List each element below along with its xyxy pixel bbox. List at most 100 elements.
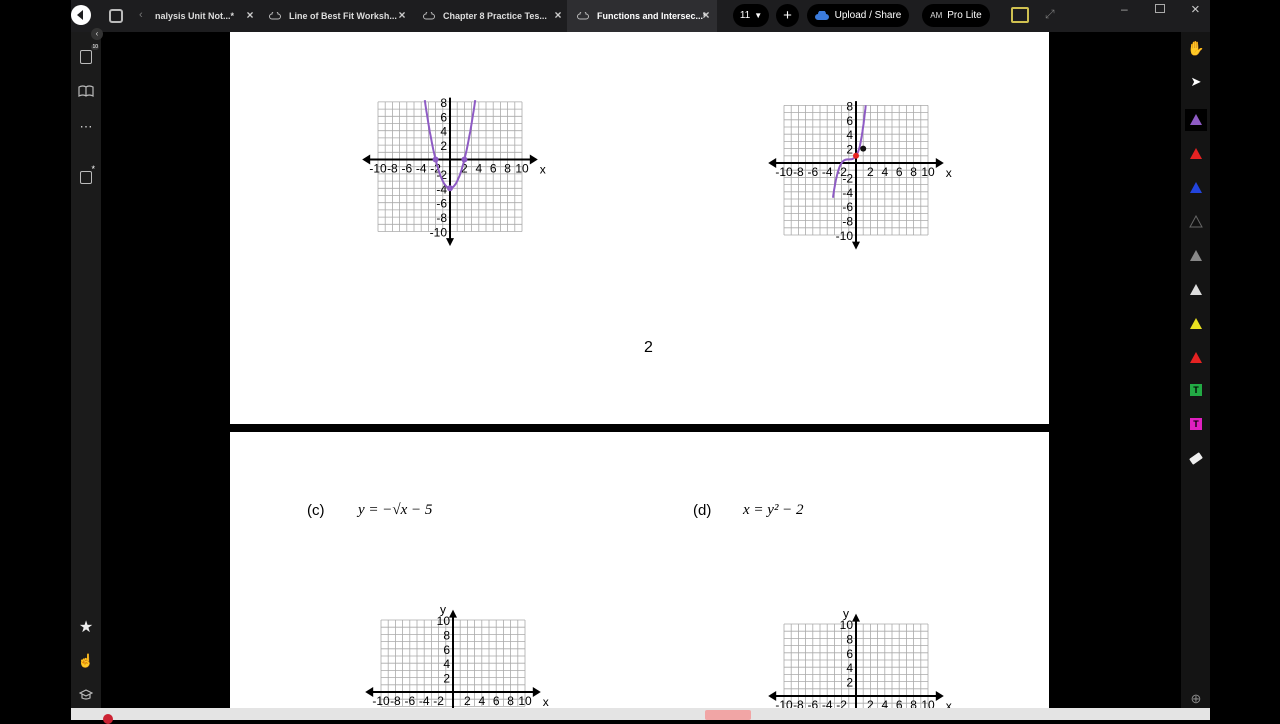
minimize-icon[interactable]: – [1121,2,1128,16]
star-icon[interactable]: ★ [71,616,101,638]
cloud-upload-icon [814,10,829,20]
x-tick-label: 6 [493,694,500,708]
page-count: 11 [739,10,751,21]
tab-functions-and-intersections[interactable]: Functions and Intersec...* × [567,0,717,32]
highlighter-red-icon[interactable] [1185,347,1207,369]
chevron-down-icon: ▼ [754,11,763,20]
y-tick-label: -4 [842,186,853,200]
hand-gesture-icon[interactable]: ☝ [71,650,101,672]
y-tick-label: 2 [846,676,853,690]
back-icon[interactable]: ‹ [91,28,103,40]
status-bar [71,708,1210,724]
x-tick-label: 6 [896,698,903,708]
x-axis-label: x [946,166,952,180]
tab-label: Chapter 8 Practice Tes... [443,11,547,21]
page-count-dropdown[interactable]: 11 ▼ [733,4,769,27]
x-axis-arrow [935,158,944,168]
graph-bottom-left[interactable]: -10 -8 -6 -4 -2 2 4 6 8 10108642xy [230,517,630,708]
x-tick-label: -6 [807,698,818,708]
y-axis-arrow [852,613,860,622]
pen-gray-icon[interactable] [1185,245,1207,267]
tab-line-of-best-fit[interactable]: Line of Best Fit Worksh... × [269,0,407,32]
x-tick-label: 8 [507,694,514,708]
x-tick-label: -6 [401,162,412,176]
cloud-icon [577,12,589,20]
upload-share-button[interactable]: Upload / Share [807,4,909,27]
y-tick-label: 8 [443,628,450,642]
point-marker [853,152,859,159]
scroll-indicator[interactable] [705,710,751,720]
x-axis-label: x [946,699,952,708]
x-tick-label: 4 [475,162,482,176]
graph-bottom-right[interactable]: -10 -8 -6 -4 -2 2 4 6 8 10108642xy [630,517,1049,708]
x-tick-label: -6 [807,165,818,179]
y-tick-label: 6 [440,110,447,124]
sync-icon[interactable] [109,9,123,23]
more-icon[interactable]: ⋯ [71,116,101,138]
x-tick-label: 10 [518,694,532,708]
tab-chapter-8[interactable]: Chapter 8 Practice Tes... × [423,0,563,32]
pages-badge: 10 [91,44,99,50]
x-tick-label: 2 [867,698,874,708]
x-tick-label: 10 [515,162,529,176]
add-tool-icon[interactable]: ⊕ [1185,688,1207,710]
y-tick-label: -8 [842,215,853,229]
x-tick-label: 2 [867,165,874,179]
eraser-icon[interactable] [1185,447,1207,469]
app-logo[interactable] [71,5,91,25]
pen-purple-icon[interactable] [1185,109,1207,131]
y-axis-label: y [843,607,849,621]
y-tick-label: -10 [836,229,854,243]
y-tick-label: 4 [846,661,853,675]
new-tab-button[interactable]: + [776,4,799,27]
x-tick-label: -4 [822,165,833,179]
x-tick-label: 4 [478,694,485,708]
tab-scroll-left-icon[interactable]: ‹ [139,9,143,21]
y-axis-label: y [440,603,446,617]
point-marker [461,156,468,163]
graduation-cap-icon[interactable] [71,684,101,706]
restore-icon[interactable] [1155,4,1165,13]
close-tab-icon[interactable]: × [397,9,407,21]
close-window-icon[interactable]: × [1191,1,1200,18]
x-tick-label: -10 [372,694,390,708]
y-axis-arrow [446,238,454,247]
x-tick-label: 6 [490,162,497,176]
cloud-icon [269,12,281,20]
x-tick-label: -10 [369,162,387,176]
tab-analysis-unit[interactable]: nalysis Unit Not...* × [155,0,255,32]
book-icon[interactable] [71,80,101,102]
graph-top-left[interactable]: -10 -8 -6 -4 -2 2 4 6 8 108642-2-4-6-8-10x [230,32,630,332]
close-tab-icon[interactable]: × [701,9,711,21]
pointer-icon[interactable]: ➤ [1185,71,1207,93]
text-green-icon[interactable]: T [1185,379,1207,401]
y-tick-label: 4 [440,125,447,139]
hand-icon[interactable]: ✋ [1185,37,1207,59]
x-tick-label: -10 [775,698,793,708]
text-magenta-icon[interactable]: T [1185,413,1207,435]
close-tab-icon[interactable]: × [553,9,563,21]
close-tab-icon[interactable]: × [245,9,255,21]
expand-icon[interactable]: ⤢ [1045,7,1055,22]
x-axis-arrow [935,691,944,701]
y-tick-label: -10 [430,226,448,240]
y-tick-label: -2 [842,171,853,185]
folder-icon[interactable]: * [71,164,101,188]
cloud-icon [423,12,435,20]
y-tick-label: 2 [846,143,853,157]
x-axis-arrow [532,687,541,697]
account-button[interactable]: AM Pro Lite [922,4,990,27]
graph-top-right[interactable]: -10 -8 -6 -4 -2 2 4 6 8 108642-2-4-6-8-10x [630,32,1049,332]
x-tick-label: 4 [881,698,888,708]
highlighter-yellow-icon[interactable] [1185,313,1207,335]
pages-icon[interactable]: 10 [71,44,101,68]
pen-blue-icon[interactable] [1185,177,1207,199]
notes-icon[interactable] [1011,7,1029,23]
x-tick-label: -8 [387,162,398,176]
pen-red-icon[interactable] [1185,143,1207,165]
x-tick-label: 8 [910,165,917,179]
pen-white-icon[interactable] [1185,279,1207,301]
y-tick-label: 6 [443,643,450,657]
document-page-top: -10 -8 -6 -4 -2 2 4 6 8 10 8 6 4 2 -2 -4 -6 -8 -10 x -10 -8-… [230,32,1049,424]
pen-black-icon[interactable] [1185,211,1207,233]
